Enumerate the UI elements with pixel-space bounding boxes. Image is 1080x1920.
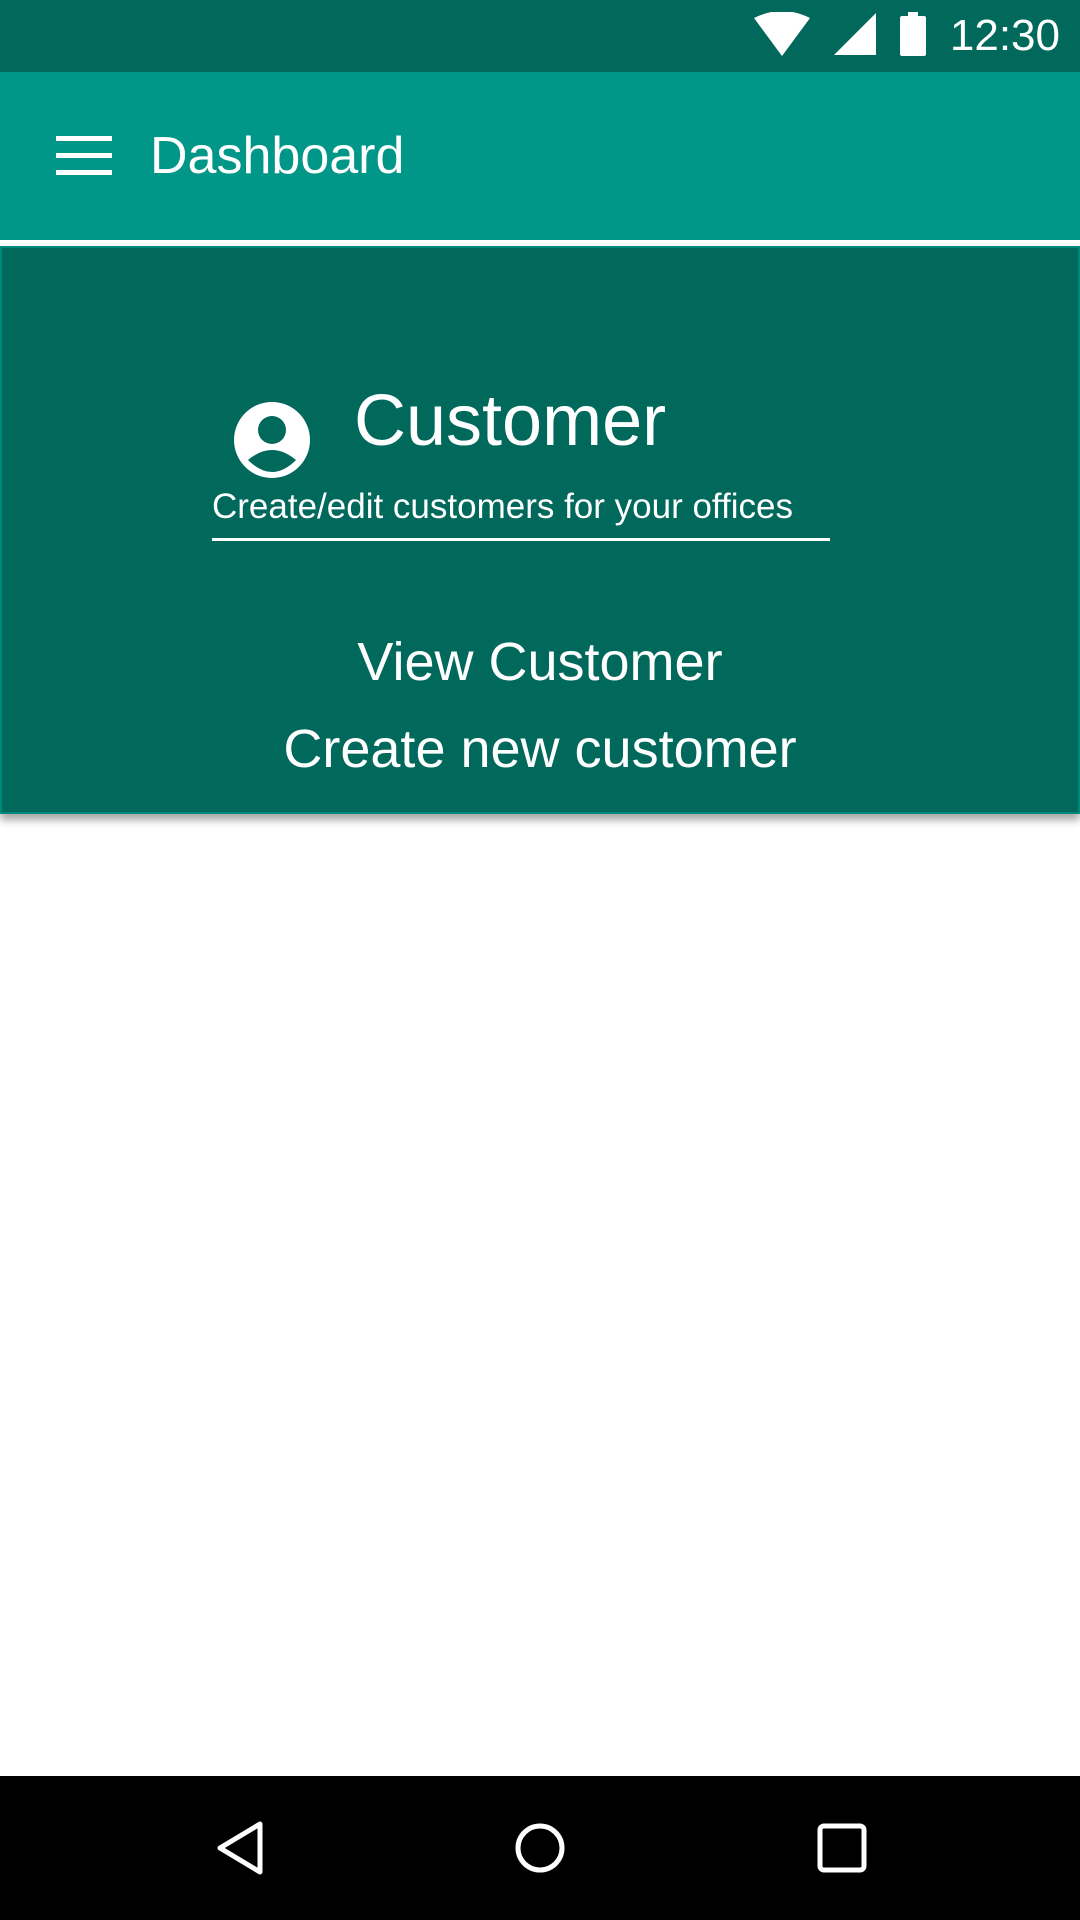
menu-icon[interactable] bbox=[56, 136, 112, 176]
status-bar: 12:30 bbox=[0, 0, 1080, 72]
create-customer-button[interactable]: Create new customer bbox=[0, 714, 1080, 784]
card-subtitle: Create/edit customers for your offices bbox=[212, 484, 830, 541]
account-circle-icon bbox=[234, 402, 310, 478]
status-time: 12:30 bbox=[949, 11, 1060, 60]
wifi-icon bbox=[753, 11, 810, 60]
home-icon[interactable] bbox=[490, 1798, 590, 1898]
back-icon[interactable] bbox=[190, 1798, 290, 1898]
card-title: Customer bbox=[354, 381, 667, 461]
recents-icon[interactable] bbox=[792, 1798, 892, 1898]
status-icons: 12:30 bbox=[753, 0, 1060, 72]
view-customer-button[interactable]: View Customer bbox=[0, 627, 1080, 697]
navigation-bar bbox=[0, 1776, 1080, 1920]
battery-icon bbox=[899, 12, 926, 60]
signal-icon bbox=[833, 13, 876, 59]
page-title: Dashboard bbox=[150, 127, 405, 185]
app-bar: Dashboard bbox=[0, 72, 1080, 240]
